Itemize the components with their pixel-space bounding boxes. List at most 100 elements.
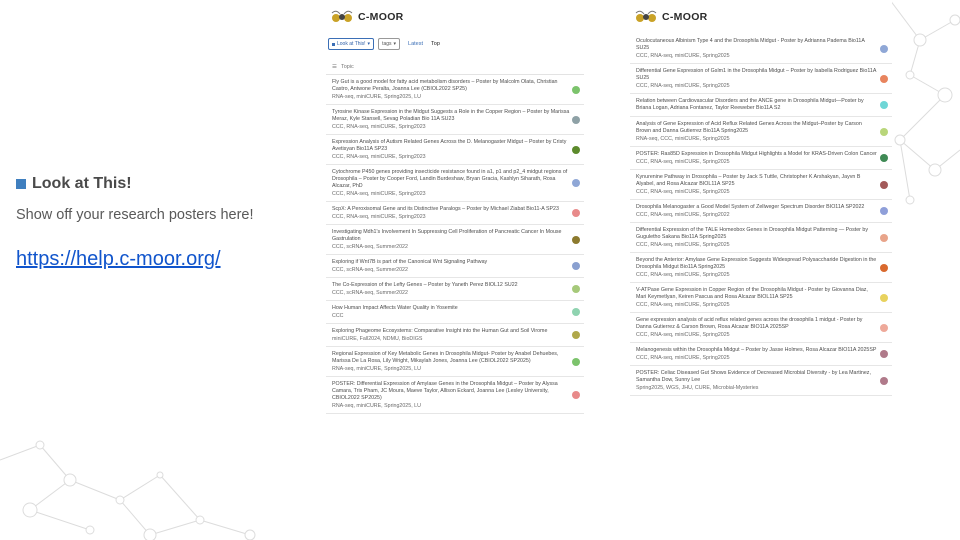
topic-row[interactable]: Oculocutaneous Albinism Type 4 and the D… [630, 34, 892, 64]
poster-avatar[interactable] [880, 293, 888, 302]
topic-tags: CCC, RNA-seq, miniCURE, Spring2025 [636, 53, 730, 59]
tab-top[interactable]: Top [431, 41, 440, 47]
topic-column-header: ☰ Topic [326, 54, 584, 75]
topic-title[interactable]: Cytochrome P450 genes providing insectic… [332, 169, 570, 190]
poster-avatar[interactable] [880, 263, 888, 272]
topic-row[interactable]: Expression Analysis of Autism Related Ge… [326, 135, 584, 165]
topic-title[interactable]: POSTER: Celiac Diseased Gut Shows Eviden… [636, 370, 878, 384]
topic-row[interactable]: The Co-Expression of the Lefty Genes – P… [326, 278, 584, 301]
topic-title[interactable]: Analysis of Gene Expression of Acid Refl… [636, 121, 878, 135]
poster-avatar[interactable] [572, 235, 580, 244]
chevron-down-icon: ▾ [367, 41, 371, 47]
topic-title[interactable]: Beyond the Anterior: Amylase Gene Expres… [636, 257, 878, 271]
topic-title[interactable]: V-ATPase Gene Expression in Copper Regio… [636, 287, 878, 301]
topic-title[interactable]: Relation between Cardiovascular Disorder… [636, 98, 878, 112]
topic-title[interactable]: ScpX: A Peroxisomal Gene and its Distinc… [332, 206, 570, 213]
topic-title[interactable]: Exploring if Wnt7B is part of the Canoni… [332, 259, 570, 266]
topic-row[interactable]: Cytochrome P450 genes providing insectic… [326, 165, 584, 202]
topic-row[interactable]: Exploring Phageome Ecosystems: Comparati… [326, 324, 584, 347]
topic-row[interactable]: Differential Gene Expression of Gslm1 in… [630, 64, 892, 94]
topic-tags: CCC [332, 313, 344, 319]
topic-title[interactable]: Differential Gene Expression of Gslm1 in… [636, 68, 878, 82]
poster-avatar[interactable] [572, 331, 580, 339]
poster-avatar[interactable] [880, 154, 888, 162]
tab-latest[interactable]: Latest [408, 41, 423, 47]
poster-avatar[interactable] [572, 285, 580, 293]
topic-tags: CCC, RNA-seq, miniCURE, Spring2025 [636, 272, 730, 278]
network-decoration-top-right [889, 0, 960, 205]
topic-title[interactable]: Regional Expression of Key Metabolic Gen… [332, 351, 570, 365]
topic-title[interactable]: Fly Gut is a good model for fatty acid m… [332, 79, 570, 93]
poster-avatar[interactable] [572, 85, 580, 94]
topic-row[interactable]: POSTER: Ras85D Expression in Drosophila … [630, 147, 892, 170]
topic-row[interactable]: V-ATPase Gene Expression in Copper Regio… [630, 283, 892, 313]
topic-row[interactable]: Analysis of Gene Expression of Acid Refl… [630, 117, 892, 147]
topic-title[interactable]: POSTER: Differential Expression of Amyla… [332, 381, 570, 402]
topic-title[interactable]: Investigating Mdh1's Involvement In Supp… [332, 229, 570, 243]
topic-row[interactable]: Melanogenesis within the Drosophila Midg… [630, 343, 892, 366]
topic-row[interactable]: Fly Gut is a good model for fatty acid m… [326, 75, 584, 105]
topic-row[interactable]: POSTER: Differential Expression of Amyla… [326, 377, 584, 414]
poster-avatar[interactable] [880, 180, 888, 189]
topic-title[interactable]: How Human Impact Affects Water Quality i… [332, 305, 570, 312]
topic-tags: CCC, RNA-seq, miniCURE, Spring2025 [636, 355, 730, 361]
category-square-icon [332, 42, 335, 46]
topic-tags: CCC, RNA-seq, miniCURE, Spring2025 [636, 159, 730, 165]
poster-avatar[interactable] [572, 145, 580, 154]
poster-avatar[interactable] [880, 350, 888, 358]
list-icon: ☰ [332, 64, 337, 70]
topic-row[interactable]: Drosophila Melanogaster a Good Model Sys… [630, 200, 892, 223]
topic-row[interactable]: Kynurenine Pathway in Drosophila – Poste… [630, 170, 892, 200]
topic-tags: CCC, RNA-seq, miniCURE, Spring2025 [636, 242, 730, 248]
topic-tags: CCC, RNA-seq, miniCURE, Spring2022 [636, 212, 730, 218]
category-dropdown[interactable]: Look at This! ▾ [328, 38, 375, 50]
topic-title[interactable]: Exploring Phageome Ecosystems: Comparati… [332, 328, 570, 335]
topic-title[interactable]: Drosophila Melanogaster a Good Model Sys… [636, 204, 878, 211]
poster-avatar[interactable] [572, 357, 580, 366]
topic-tags: CCC, RNA-seq, miniCURE, Spring2023 [332, 124, 426, 130]
topic-row[interactable]: Tyrosine Kinase Expression in the Midgut… [326, 105, 584, 135]
tags-dropdown[interactable]: tags ▾ [378, 38, 401, 50]
topic-title[interactable]: Kynurenine Pathway in Drosophila – Poste… [636, 174, 878, 188]
poster-avatar[interactable] [572, 115, 580, 124]
topic-row[interactable]: Differential Expression of the TALE Home… [630, 223, 892, 253]
topic-tags: CCC, RNA-seq, miniCURE, Spring2023 [332, 214, 426, 220]
topic-row[interactable]: Gene expression analysis of acid reflux … [630, 313, 892, 343]
help-link[interactable]: https://help.c-moor.org/ [16, 248, 316, 271]
poster-avatar[interactable] [880, 101, 888, 109]
poster-avatar[interactable] [880, 127, 888, 136]
topic-title[interactable]: POSTER: Ras85D Expression in Drosophila … [636, 151, 878, 158]
topic-title[interactable]: Gene expression analysis of acid reflux … [636, 317, 878, 331]
poster-avatar[interactable] [572, 391, 580, 399]
topic-row[interactable]: Relation between Cardiovascular Disorder… [630, 94, 892, 117]
slide-text-block: Look at This! Show off your research pos… [16, 175, 316, 271]
poster-avatar[interactable] [880, 44, 888, 53]
slide-subtitle: Show off your research posters here! [16, 207, 254, 223]
topic-row[interactable]: Regional Expression of Key Metabolic Gen… [326, 347, 584, 377]
topic-title[interactable]: Differential Expression of the TALE Home… [636, 227, 878, 241]
poster-avatar[interactable] [880, 207, 888, 215]
topic-row[interactable]: POSTER: Celiac Diseased Gut Shows Eviden… [630, 366, 892, 396]
poster-avatar[interactable] [572, 179, 580, 187]
brand-name: C-MOOR [662, 11, 708, 23]
topic-title[interactable]: The Co-Expression of the Lefty Genes – P… [332, 282, 570, 289]
bullet-square-icon [16, 179, 26, 189]
poster-avatar[interactable] [880, 376, 888, 385]
topic-row[interactable]: ScpX: A Peroxisomal Gene and its Distinc… [326, 202, 584, 225]
poster-avatar[interactable] [880, 74, 888, 83]
poster-avatar[interactable] [572, 262, 580, 270]
topic-row[interactable]: Beyond the Anterior: Amylase Gene Expres… [630, 253, 892, 283]
poster-avatar[interactable] [572, 308, 580, 316]
topic-row[interactable]: How Human Impact Affects Water Quality i… [326, 301, 584, 324]
topic-title[interactable]: Tyrosine Kinase Expression in the Midgut… [332, 109, 570, 123]
topic-tags: RNA-seq, miniCURE, Spring2025, LU [332, 403, 421, 409]
topic-row[interactable]: Exploring if Wnt7B is part of the Canoni… [326, 255, 584, 278]
network-decoration-bottom-left [0, 440, 256, 540]
topic-title[interactable]: Melanogenesis within the Drosophila Midg… [636, 347, 878, 354]
topic-title[interactable]: Expression Analysis of Autism Related Ge… [332, 139, 570, 153]
poster-avatar[interactable] [880, 233, 888, 242]
topic-row[interactable]: Investigating Mdh1's Involvement In Supp… [326, 225, 584, 255]
poster-avatar[interactable] [572, 209, 580, 217]
topic-title[interactable]: Oculocutaneous Albinism Type 4 and the D… [636, 38, 878, 52]
poster-avatar[interactable] [880, 323, 888, 332]
